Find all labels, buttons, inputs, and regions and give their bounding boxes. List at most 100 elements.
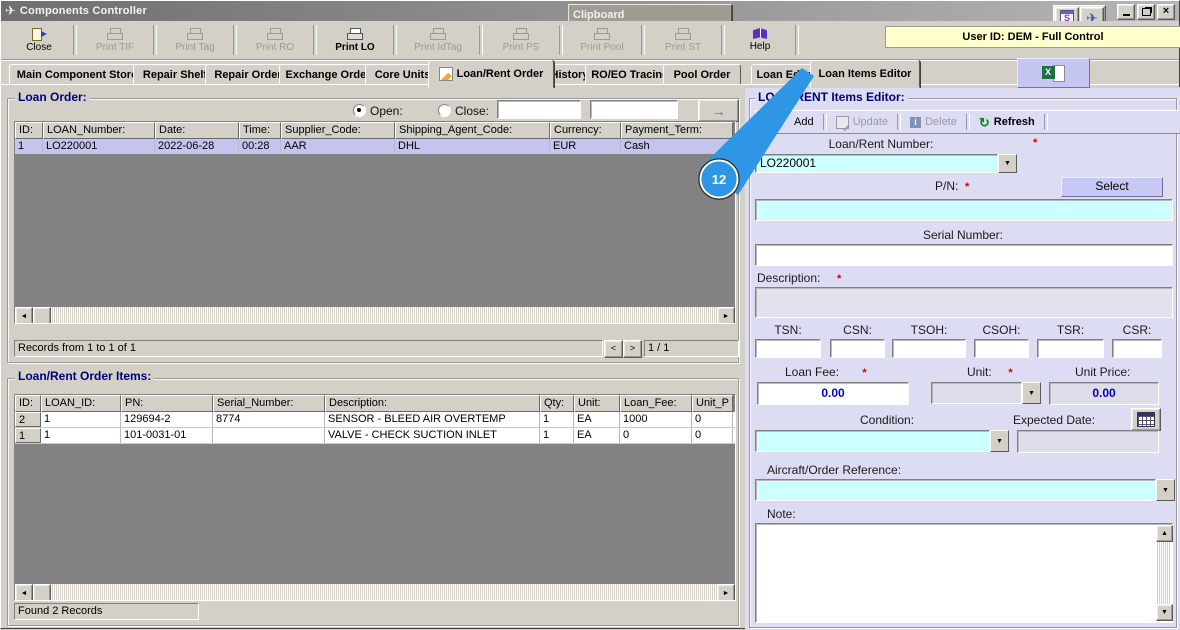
tsoh-input[interactable] — [892, 339, 966, 358]
description-input[interactable] — [755, 287, 1173, 318]
toolbar-separator — [641, 25, 645, 55]
print-st-button[interactable]: Print ST — [647, 23, 719, 57]
printer-icon — [187, 28, 203, 40]
help-button[interactable]: Help — [727, 23, 793, 57]
tab-label: Loan Items Editor — [819, 68, 912, 80]
print-tag-button[interactable]: Print Tag — [159, 23, 231, 57]
calendar-button[interactable] — [1131, 408, 1161, 431]
loan-filter-input-1[interactable] — [497, 100, 581, 119]
tab-loan-rent-order[interactable]: Loan/Rent Order — [428, 60, 554, 88]
tsr-input[interactable] — [1037, 339, 1104, 358]
condition-combo[interactable]: ▼ — [755, 430, 1009, 452]
loan-order-group-title: Loan Order: — [15, 90, 90, 104]
tab-label: Exchange Order — [286, 69, 371, 81]
scroll-left-icon[interactable]: ◄ — [15, 584, 33, 601]
loan-items-table[interactable]: ID:LOAN_ID:PN:Serial_Number:Description:… — [14, 394, 736, 601]
chevron-down-icon[interactable]: ▼ — [1156, 479, 1175, 501]
unit-price-input[interactable]: 0.00 — [1049, 382, 1159, 405]
csr-input[interactable] — [1112, 339, 1162, 358]
scroll-up-icon[interactable]: ▲ — [1156, 525, 1173, 542]
printer-icon — [513, 28, 529, 40]
chevron-down-icon[interactable]: ▼ — [998, 154, 1017, 173]
pn-input[interactable] — [755, 199, 1173, 221]
aircraft-ref-combo[interactable]: ▼ — [755, 479, 1175, 501]
table-cell: AAR — [281, 139, 395, 154]
column-header: Loan_Fee: — [620, 395, 692, 412]
note-textarea[interactable]: ▲ ▼ — [755, 523, 1173, 623]
scroll-down-icon[interactable]: ▼ — [1156, 604, 1173, 621]
radio-open[interactable]: Open: — [353, 102, 403, 120]
print-lo-button[interactable]: Print LO — [319, 23, 391, 57]
column-header: LOAN_ID: — [41, 395, 121, 412]
pn-select-button[interactable]: Select — [1061, 177, 1163, 197]
loan-fee-input[interactable]: 0.00 — [757, 382, 909, 405]
tab-pool-order[interactable]: Pool Order — [663, 64, 741, 86]
update-button: Update — [830, 113, 894, 131]
print-ps-button[interactable]: Print PS — [485, 23, 557, 57]
tab-label: Loan/Rent Order — [457, 68, 544, 80]
restore-button[interactable] — [1137, 4, 1155, 20]
loan-order-table[interactable]: ID:LOAN_Number:Date:Time:Supplier_Code:S… — [14, 121, 736, 324]
scroll-right-icon[interactable]: ► — [717, 307, 735, 324]
chevron-down-icon[interactable]: ▼ — [1022, 382, 1041, 404]
unit-price-label: Unit Price: — [1075, 365, 1130, 379]
go-search-button[interactable]: → — [698, 99, 739, 122]
print-tif-button[interactable]: Print TIF — [79, 23, 151, 57]
toolbar-button-label: Print Pool — [580, 42, 623, 53]
table-row[interactable]: 1LO2200012022-06-2800:28AARDHLEURCash — [15, 139, 735, 154]
excel-export-button[interactable]: X — [1017, 58, 1090, 88]
table-row[interactable]: 11101-0031-01VALVE - CHECK SUCTION INLET… — [15, 428, 735, 444]
loan-filter-input-2[interactable] — [590, 100, 678, 119]
refresh-button[interactable]: ↻Refresh — [973, 113, 1041, 131]
tab-exchange-order[interactable]: Exchange Order — [279, 64, 377, 86]
minimize-button[interactable] — [1117, 4, 1135, 20]
items-hscroll-thumb[interactable] — [33, 584, 51, 601]
minimize-icon — [1123, 14, 1130, 16]
refresh-icon: ↻ — [979, 116, 990, 129]
close-button[interactable]: Close — [7, 23, 71, 57]
loan-rent-number-value: LO220001 — [755, 154, 998, 173]
condition-value — [755, 430, 990, 452]
printer-icon — [675, 28, 691, 40]
scroll-right-icon[interactable]: ► — [717, 584, 735, 601]
pager-prev-button[interactable]: < — [604, 340, 623, 358]
loan-hscroll-thumb[interactable] — [33, 307, 51, 324]
close-window-button[interactable]: × — [1157, 4, 1175, 20]
scroll-left-icon[interactable]: ◄ — [15, 307, 33, 324]
column-header: ID: — [15, 395, 41, 412]
table-row[interactable]: 21129694-28774SENSOR - BLEED AIR OVERTEM… — [15, 412, 735, 428]
print-idtag-button[interactable]: Print IdTag — [399, 23, 477, 57]
unit-combo[interactable]: ▼ — [931, 382, 1041, 404]
expected-date-input[interactable] — [1017, 430, 1159, 453]
tab-main-component-store[interactable]: Main Component Store — [9, 64, 145, 86]
print-pool-button[interactable]: Print Pool — [565, 23, 639, 57]
editor-toolbar-label: Delete — [925, 116, 957, 128]
column-header: Payment_Term: — [621, 122, 733, 139]
table-cell: 8774 — [213, 412, 325, 427]
unit-value — [931, 382, 1022, 404]
add-button[interactable]: Add — [788, 113, 820, 131]
restore-icon — [1142, 8, 1151, 16]
radio-close[interactable]: Close: — [438, 102, 489, 120]
note-vscrollbar[interactable]: ▲ ▼ — [1156, 525, 1171, 621]
clipboard-window-title: Clipboard — [569, 9, 624, 21]
table-cell: 1 — [15, 139, 43, 154]
loan-table-hscrollbar[interactable]: ◄ ► — [15, 307, 735, 323]
tsn-input[interactable] — [755, 339, 821, 358]
tab-label: Main Component Store — [17, 69, 137, 81]
items-found-status: Found 2 Records — [14, 603, 199, 620]
column-header: LOAN_Number: — [43, 122, 155, 139]
tab-loan-items-editor[interactable]: Loan Items Editor — [810, 60, 920, 88]
csoh-input[interactable] — [974, 339, 1029, 358]
table-cell: EA — [574, 428, 620, 443]
pager-next-button[interactable]: > — [623, 340, 642, 358]
csn-input[interactable] — [830, 339, 885, 358]
serial-number-input[interactable] — [755, 244, 1173, 266]
toolbar-separator — [153, 25, 157, 55]
tab-ro-eo-tracing[interactable]: RO/EO Tracing — [585, 64, 675, 86]
editor-toolbar-label: Update — [853, 116, 888, 128]
print-ro-button[interactable]: Print RO — [239, 23, 311, 57]
loan-rent-number-combo[interactable]: LO220001 ▼ — [755, 154, 1017, 173]
items-table-hscrollbar[interactable]: ◄ ► — [15, 584, 735, 600]
chevron-down-icon[interactable]: ▼ — [990, 430, 1009, 452]
